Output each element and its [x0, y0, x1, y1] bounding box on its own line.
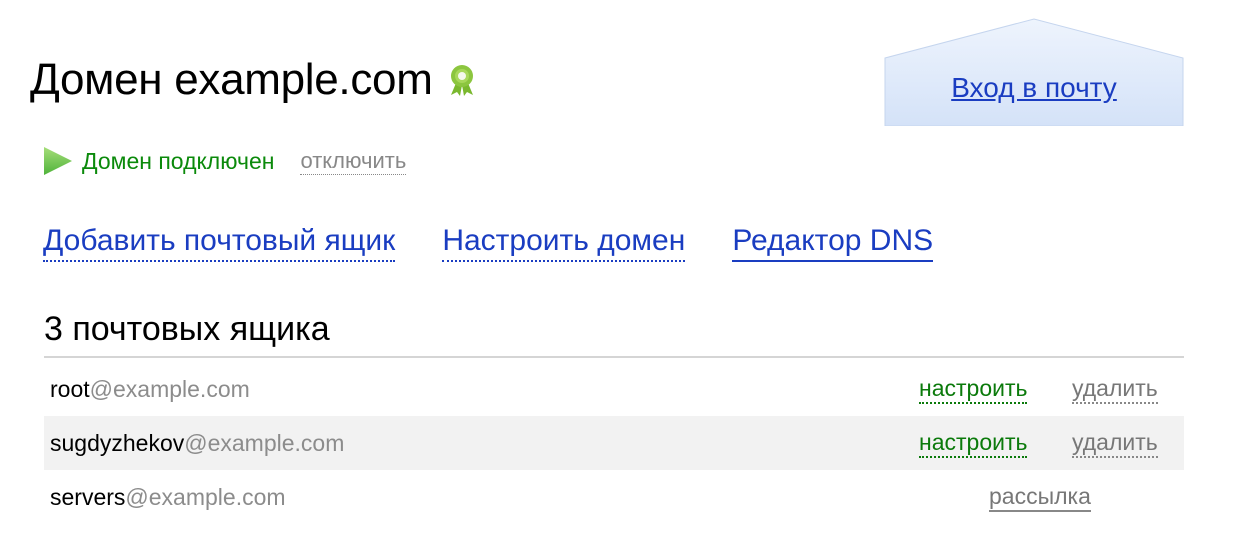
- mail-login-box[interactable]: Вход в почту: [884, 18, 1184, 126]
- mail-login-link[interactable]: Вход в почту: [884, 72, 1184, 104]
- mailing-list-link[interactable]: рассылка: [989, 482, 1091, 512]
- domain-actions: Добавить почтовый ящик Настроить домен Р…: [43, 222, 980, 262]
- mailbox-row: root@example.com настроить удалить: [44, 362, 1184, 416]
- mailbox-address: root@example.com: [50, 376, 250, 403]
- configure-mailbox-link[interactable]: настроить: [919, 428, 1028, 458]
- mailbox-row: servers@example.com рассылка: [44, 470, 1184, 524]
- divider: [44, 356, 1184, 358]
- delete-mailbox-link[interactable]: удалить: [1072, 374, 1158, 404]
- page-title: Домен example.com: [30, 54, 477, 106]
- domain-status: Домен подключен отключить: [42, 145, 407, 177]
- mailbox-user: sugdyzhekov: [50, 429, 185, 456]
- play-icon: [42, 145, 74, 177]
- mailbox-user: root: [50, 375, 90, 402]
- disconnect-link[interactable]: отключить: [300, 148, 407, 175]
- domain-page: Домен example.com Вход в почту Домен под…: [0, 0, 1236, 542]
- mailbox-address: sugdyzhekov@example.com: [50, 430, 344, 457]
- configure-mailbox-link[interactable]: настроить: [919, 374, 1028, 404]
- mailbox-domain: @example.com: [89, 375, 250, 402]
- delete-mailbox-link[interactable]: удалить: [1072, 428, 1158, 458]
- mailboxes-heading: 3 почтовых ящика: [44, 310, 330, 348]
- dns-editor-link[interactable]: Редактор DNS: [732, 222, 934, 262]
- page-title-text: Домен example.com: [30, 55, 433, 104]
- mailbox-row: sugdyzhekov@example.com настроить удалит…: [44, 416, 1184, 470]
- add-mailbox-link[interactable]: Добавить почтовый ящик: [43, 222, 396, 262]
- mailbox-list: root@example.com настроить удалить sugdy…: [44, 362, 1184, 524]
- configure-domain-link[interactable]: Настроить домен: [442, 222, 686, 262]
- status-text: Домен подключен: [82, 147, 275, 174]
- mailbox-address: servers@example.com: [50, 484, 286, 511]
- mailbox-user: servers: [50, 483, 126, 510]
- verified-badge-icon: [447, 63, 477, 97]
- mailbox-domain: @example.com: [184, 429, 345, 456]
- mailbox-domain: @example.com: [125, 483, 286, 510]
